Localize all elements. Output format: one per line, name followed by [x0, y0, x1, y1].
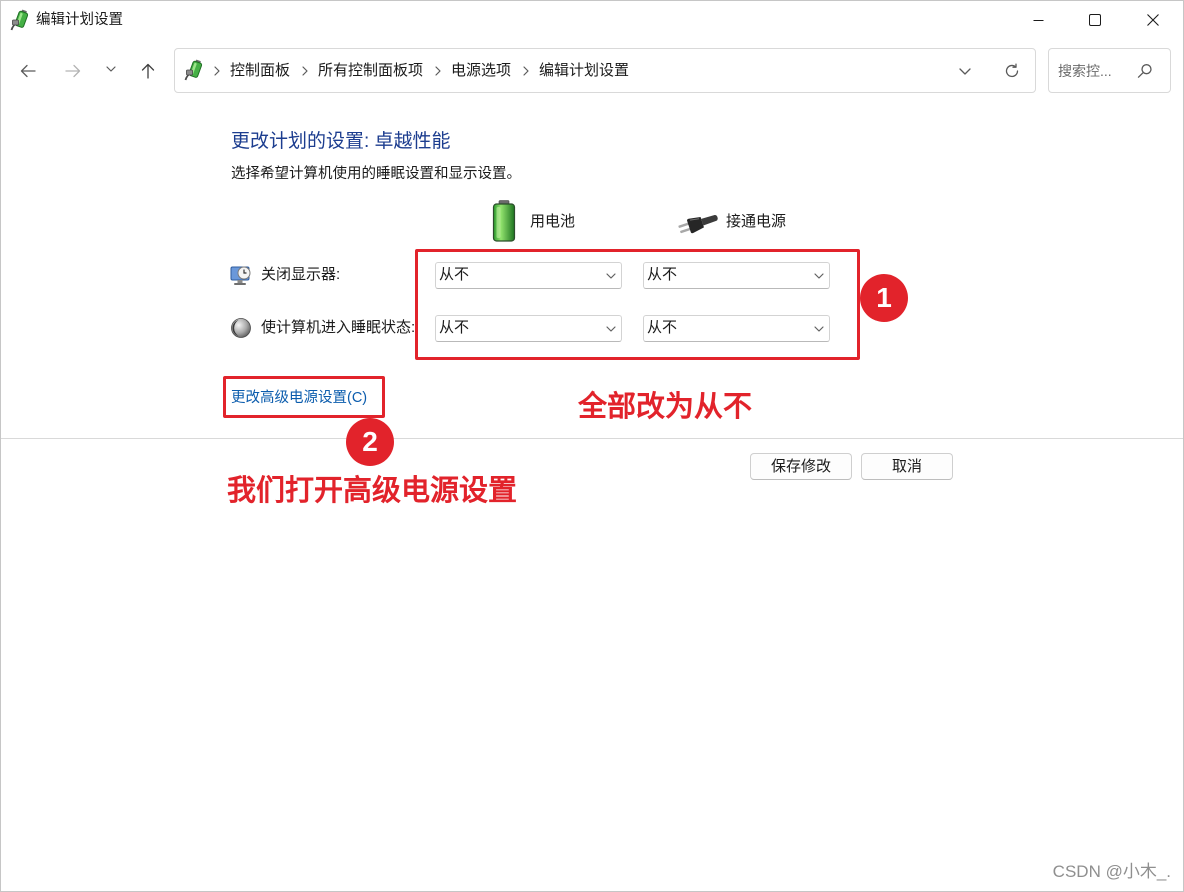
select-value: 从不: [439, 266, 470, 283]
sleep-label: 使计算机进入睡眠状态:: [261, 319, 416, 336]
advanced-power-settings-link[interactable]: 更改高级电源设置(C): [231, 388, 367, 408]
annotation-note-1: 全部改为从不: [578, 391, 753, 423]
edit-plan-settings-window: 编辑计划设置 控制面板 所有控制面板项 电源选项 编辑计划设置 搜索控... 更…: [0, 0, 1184, 892]
display-icon: [230, 264, 252, 286]
annotation-badge-2: 2: [346, 418, 394, 466]
breadcrumb-separator[interactable]: [213, 60, 221, 82]
arrow-up-icon: [141, 63, 155, 79]
cancel-button[interactable]: 取消: [861, 453, 953, 480]
chevron-down-icon: [606, 273, 616, 279]
chevron-right-icon: [214, 66, 220, 76]
arrow-left-icon: [20, 64, 36, 78]
chevron-down-icon: [106, 66, 116, 72]
minimize-icon: [1033, 19, 1043, 21]
column-header-plugged-in: 接通电源: [726, 213, 787, 230]
turn-off-display-label: 关闭显示器:: [261, 266, 341, 283]
back-button[interactable]: [12, 55, 44, 87]
close-button[interactable]: [1130, 4, 1176, 36]
footer-divider: [1, 438, 1183, 439]
breadcrumb-item-power-options[interactable]: 电源选项: [451, 61, 511, 81]
select-value: 从不: [439, 319, 470, 336]
forward-button[interactable]: [57, 55, 89, 87]
address-history-button[interactable]: [953, 59, 977, 83]
recent-locations-button[interactable]: [101, 59, 121, 79]
power-options-icon: [10, 9, 30, 31]
battery-icon: [490, 200, 518, 242]
window-title: 编辑计划设置: [36, 12, 123, 28]
annotation-note-2: 我们打开高级电源设置: [227, 475, 518, 507]
chevron-right-icon: [523, 66, 529, 76]
turn-off-display-plugged-select[interactable]: 从不: [643, 262, 830, 289]
maximize-icon: [1089, 14, 1101, 26]
chevron-down-icon: [814, 326, 824, 332]
chevron-down-icon: [606, 326, 616, 332]
breadcrumb-item-control-panel[interactable]: 控制面板: [230, 61, 290, 81]
annotation-badge-1: 1: [860, 274, 908, 322]
chevron-right-icon: [435, 66, 441, 76]
chevron-down-icon: [814, 273, 824, 279]
breadcrumb-separator[interactable]: [522, 60, 530, 82]
sleep-icon: [230, 317, 252, 339]
breadcrumb-separator[interactable]: [301, 60, 309, 82]
select-value: 从不: [647, 266, 678, 283]
minimize-button[interactable]: [1015, 4, 1061, 36]
chevron-right-icon: [302, 66, 308, 76]
breadcrumb-separator[interactable]: [434, 60, 442, 82]
page-heading: 更改计划的设置: 卓越性能: [231, 131, 451, 152]
column-header-battery: 用电池: [530, 213, 576, 230]
select-value: 从不: [647, 319, 678, 336]
arrow-right-icon: [65, 64, 81, 78]
close-icon: [1147, 14, 1159, 26]
refresh-button[interactable]: [1000, 59, 1024, 83]
turn-off-display-battery-select[interactable]: 从不: [435, 262, 622, 289]
breadcrumb-item-edit-plan[interactable]: 编辑计划设置: [539, 61, 629, 81]
chevron-down-icon: [959, 67, 971, 75]
search-input[interactable]: [1058, 59, 1134, 83]
plug-icon: [677, 207, 719, 237]
page-description: 选择希望计算机使用的睡眠设置和显示设置。: [231, 166, 521, 182]
sleep-plugged-select[interactable]: 从不: [643, 315, 830, 342]
watermark: CSDN @小木_.: [1052, 862, 1171, 881]
up-button[interactable]: [132, 55, 164, 87]
save-changes-button[interactable]: 保存修改: [750, 453, 852, 480]
breadcrumb: 控制面板 所有控制面板项 电源选项 编辑计划设置: [209, 60, 629, 82]
refresh-icon: [1005, 63, 1019, 78]
power-options-icon: [184, 59, 204, 81]
breadcrumb-item-all-items[interactable]: 所有控制面板项: [318, 61, 423, 81]
sleep-battery-select[interactable]: 从不: [435, 315, 622, 342]
maximize-button[interactable]: [1072, 4, 1118, 36]
search-icon[interactable]: [1137, 63, 1153, 79]
